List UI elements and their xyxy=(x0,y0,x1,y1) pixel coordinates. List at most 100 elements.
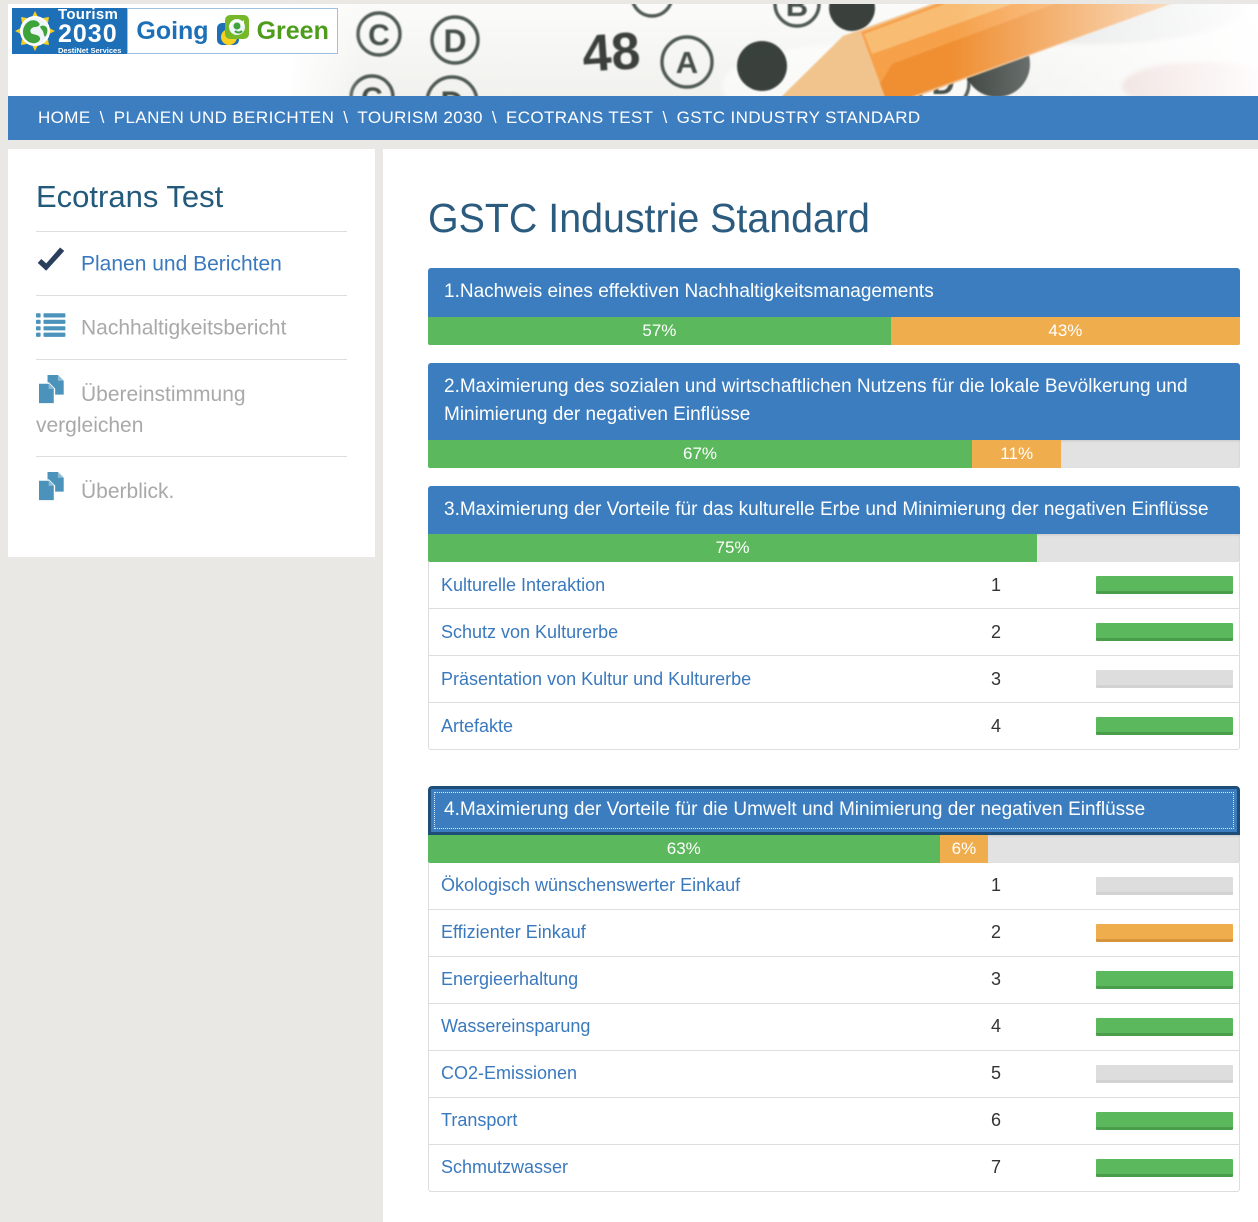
criterion-progress-bar: 63% 6% xyxy=(428,835,1240,863)
sidebar-item-label: Übereinstimmung vergleichen xyxy=(36,383,246,436)
breadcrumb: HOME \ PLANEN UND BERICHTEN \ TOURISM 2030 \ E… xyxy=(8,96,1258,140)
banner-photo: C D C D A B D 48 xyxy=(292,4,1258,96)
criterion-panel: 4.Maximierung der Vorteile für die Umwel… xyxy=(428,786,1240,1192)
row-link[interactable]: Wassereinsparung xyxy=(441,1016,966,1037)
sidebar-item-planen-und-berichten[interactable]: Planen und Berichten xyxy=(36,231,347,295)
table-row: Ökologisch wünschenswerter Einkauf 1 xyxy=(429,863,1239,909)
table-row: Schutz von Kulturerbe 2 xyxy=(429,608,1239,655)
criterion-panel: 3.Maximierung der Vorteile für das kultu… xyxy=(428,486,1240,751)
sidebar-item-label: Planen und Berichten xyxy=(81,253,282,276)
progress-orange-label: 6% xyxy=(952,839,977,859)
sidebar: Ecotrans Test Planen und Berichten Nachha… xyxy=(8,149,375,557)
site-logo[interactable]: Tourism 2030 DestiNet Services Going Gre… xyxy=(12,8,338,54)
page: Tourism 2030 DestiNet Services Going Gre… xyxy=(0,0,1258,1222)
progress-orange-label: 43% xyxy=(1048,321,1082,341)
row-link[interactable]: Effizienter Einkauf xyxy=(441,922,966,943)
sidebar-item-nachhaltigkeitsbericht[interactable]: Nachhaltigkeitsbericht xyxy=(36,295,347,359)
row-number: 7 xyxy=(966,1157,1026,1178)
row-number: 3 xyxy=(966,969,1026,990)
table-row: Kulturelle Interaktion 1 xyxy=(429,562,1239,608)
breadcrumb-link[interactable]: TOURISM 2030 xyxy=(357,108,482,128)
breadcrumb-separator: \ xyxy=(492,108,497,128)
row-number: 4 xyxy=(966,1016,1026,1037)
row-number: 3 xyxy=(966,669,1026,690)
row-link[interactable]: Transport xyxy=(441,1110,966,1131)
criterion-header[interactable]: 2.Maximierung des sozialen und wirtschaf… xyxy=(428,363,1240,440)
breadcrumb-link[interactable]: PLANEN UND BERICHTEN xyxy=(114,108,335,128)
list-icon xyxy=(36,311,66,337)
progress-orange-label: 11% xyxy=(1000,444,1033,464)
criterion-progress-bar: 57% 43% xyxy=(428,317,1240,345)
breadcrumb-separator: \ xyxy=(343,108,348,128)
table-row: Schmutzwasser 7 xyxy=(429,1144,1239,1191)
row-link[interactable]: Artefakte xyxy=(441,716,966,737)
progress-green-label: 67% xyxy=(683,444,717,464)
criterion-panel: 2.Maximierung des sozialen und wirtschaf… xyxy=(428,363,1240,468)
main-panel: GSTC Industrie Standard 1.Nachweis eines… xyxy=(383,149,1258,1222)
row-link[interactable]: Kulturelle Interaktion xyxy=(441,575,966,596)
row-link[interactable]: Schmutzwasser xyxy=(441,1157,966,1178)
criterion-title: 3.Maximierung der Vorteile für das kultu… xyxy=(444,499,1209,520)
svg-text:A: A xyxy=(676,45,698,80)
table-row: Artefakte 4 xyxy=(429,702,1239,749)
table-row: Energieerhaltung 3 xyxy=(429,956,1239,1003)
criterion-progress-bar: 75% xyxy=(428,534,1240,562)
row-status-bar xyxy=(1096,877,1233,895)
row-number: 1 xyxy=(966,875,1026,896)
breadcrumb-link[interactable]: ECOTRANS TEST xyxy=(506,108,654,128)
going-green-icon xyxy=(213,11,253,51)
svg-text:C: C xyxy=(368,19,390,52)
row-link[interactable]: CO2-Emissionen xyxy=(441,1063,966,1084)
progress-green-label: 57% xyxy=(642,321,676,341)
row-link[interactable]: Energieerhaltung xyxy=(441,969,966,990)
row-status-bar xyxy=(1096,670,1233,688)
svg-text:48: 48 xyxy=(580,22,642,84)
sidebar-item-label: Nachhaltigkeitsbericht xyxy=(81,317,286,340)
row-number: 2 xyxy=(966,622,1026,643)
progress-green-label: 75% xyxy=(715,538,749,558)
tourism-2030-logo: Tourism 2030 DestiNet Services xyxy=(12,8,127,54)
sidebar-item-berblick[interactable]: Überblick. xyxy=(36,456,347,522)
criterion-header[interactable]: 4.Maximierung der Vorteile für die Umwel… xyxy=(428,786,1240,835)
criterion-title: 4.Maximierung der Vorteile für die Umwel… xyxy=(444,799,1145,820)
criterion-header[interactable]: 3.Maximierung der Vorteile für das kultu… xyxy=(428,486,1240,535)
progress-green-segment: 57% xyxy=(428,317,891,345)
globe-icon xyxy=(14,10,56,52)
row-number: 4 xyxy=(966,716,1026,737)
breadcrumb-separator: \ xyxy=(662,108,667,128)
progress-green-segment: 75% xyxy=(428,534,1037,562)
copy-icon xyxy=(36,375,66,401)
svg-text:B: B xyxy=(786,4,808,23)
row-link[interactable]: Schutz von Kulturerbe xyxy=(441,622,966,643)
logo-word-destinet: DestiNet Services xyxy=(58,47,121,55)
copy-icon xyxy=(36,472,66,498)
criterion-panel: 1.Nachweis eines effektiven Nachhaltigke… xyxy=(428,268,1240,345)
top-header: Tourism 2030 DestiNet Services Going Gre… xyxy=(8,4,1258,96)
table-row: Wassereinsparung 4 xyxy=(429,1003,1239,1050)
breadcrumb-separator: \ xyxy=(100,108,105,128)
breadcrumb-link[interactable]: GSTC INDUSTRY STANDARD xyxy=(677,108,921,128)
breadcrumb-link[interactable]: HOME xyxy=(38,108,91,128)
sidebar-item-bereinstimmung-vergleichen[interactable]: Übereinstimmung vergleichen xyxy=(36,359,347,456)
progress-orange-segment: 6% xyxy=(940,835,989,863)
row-link[interactable]: Präsentation von Kultur und Kulturerbe xyxy=(441,669,966,690)
check-icon xyxy=(36,247,66,273)
sidebar-title: Ecotrans Test xyxy=(36,179,347,215)
row-number: 2 xyxy=(966,922,1026,943)
table-row: Transport 6 xyxy=(429,1097,1239,1144)
criterion-header[interactable]: 1.Nachweis eines effektiven Nachhaltigke… xyxy=(428,268,1240,317)
row-status-bar xyxy=(1096,924,1233,942)
row-number: 6 xyxy=(966,1110,1026,1131)
row-link[interactable]: Ökologisch wünschenswerter Einkauf xyxy=(441,875,966,896)
row-status-bar xyxy=(1096,1065,1233,1083)
going-green-logo: Going Green xyxy=(127,8,337,54)
logo-word-2030: 2030 xyxy=(58,22,121,47)
row-status-bar xyxy=(1096,1159,1233,1177)
table-row: CO2-Emissionen 5 xyxy=(429,1050,1239,1097)
progress-orange-segment: 43% xyxy=(891,317,1240,345)
table-row: Präsentation von Kultur und Kulturerbe 3 xyxy=(429,655,1239,702)
criterion-rows-table: Kulturelle Interaktion 1 Schutz von Kult… xyxy=(428,562,1240,750)
row-status-bar xyxy=(1096,576,1233,594)
progress-green-segment: 63% xyxy=(428,835,940,863)
svg-text:C: C xyxy=(361,82,383,96)
